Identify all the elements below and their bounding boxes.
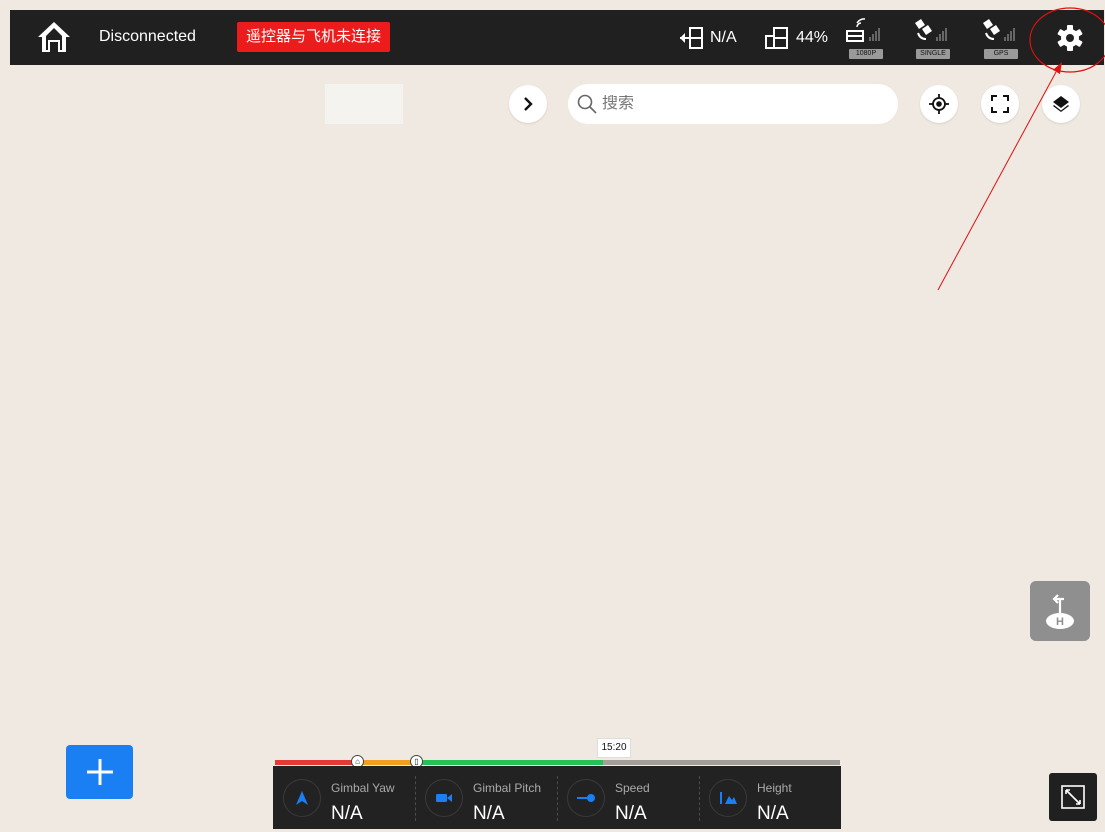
plus-icon <box>86 759 113 785</box>
telemetry-speed: Speed N/A <box>557 766 699 829</box>
rc-battery-value: N/A <box>710 29 737 46</box>
fullscreen-button[interactable] <box>981 85 1019 123</box>
return-home-icon: H <box>1046 594 1074 629</box>
expand-panel-button[interactable] <box>509 85 547 123</box>
remote-controller-battery-icon <box>680 27 703 49</box>
switch-view-button[interactable] <box>1049 773 1097 821</box>
telemetry-label: Speed <box>615 781 650 795</box>
gps-signal: GPS <box>978 17 1024 59</box>
telemetry-label: Gimbal Pitch <box>473 781 542 795</box>
timeline-segment-4 <box>603 760 840 765</box>
expand-diagonal-icon <box>1061 785 1085 809</box>
annotation-overlay <box>937 7 1105 291</box>
satellite-signal: SINGLE <box>910 17 956 59</box>
aircraft-battery-indicator: 44% <box>764 23 828 53</box>
timeline-segment-3 <box>411 760 603 765</box>
map-placeholder-tile <box>325 84 403 124</box>
home-icon <box>38 22 70 52</box>
satellite-mode-tag: SINGLE <box>916 49 950 59</box>
flight-time-label: 15:20 <box>597 738 631 758</box>
speed-icon <box>567 779 605 817</box>
video-link-signal: 1080P <box>843 17 889 59</box>
timeline-segment-1 <box>275 760 354 765</box>
rc-battery-indicator: N/A <box>678 23 737 53</box>
video-link-signal-icon <box>846 18 880 42</box>
telemetry-value: N/A <box>473 803 505 824</box>
aircraft-battery-value: 44% <box>796 29 829 46</box>
gps-signal-icon <box>983 19 1015 41</box>
gimbal-yaw-icon <box>283 779 321 817</box>
settings-button[interactable] <box>1055 23 1085 53</box>
gps-tag: GPS <box>984 49 1018 59</box>
return-home-button[interactable]: H <box>1030 581 1090 641</box>
height-icon <box>709 779 747 817</box>
home-button[interactable] <box>36 20 72 54</box>
telemetry-panel: Gimbal Yaw N/A Gimbal Pitch N/A Speed N/… <box>273 766 841 829</box>
gimbal-pitch-icon <box>425 779 463 817</box>
locate-button[interactable] <box>920 85 958 123</box>
map-layers-button[interactable] <box>1042 85 1080 123</box>
search-input[interactable] <box>602 95 882 113</box>
telemetry-gimbal-yaw: Gimbal Yaw N/A <box>273 766 415 829</box>
add-button[interactable] <box>66 745 133 799</box>
fullscreen-icon <box>991 95 1009 113</box>
top-bar: Disconnected 遥控器与飞机未连接 N/A 44% 1080P SIN… <box>10 10 1104 65</box>
chevron-right-icon <box>524 97 533 111</box>
locate-icon <box>929 94 949 114</box>
telemetry-value: N/A <box>331 803 363 824</box>
layers-icon <box>1053 96 1069 112</box>
connection-status: Disconnected <box>99 28 196 45</box>
telemetry-value: N/A <box>757 803 789 824</box>
telemetry-value: N/A <box>615 803 647 824</box>
connection-warning-badge: 遥控器与飞机未连接 <box>237 22 391 52</box>
aircraft-battery-icon <box>765 27 788 49</box>
svg-text:H: H <box>1056 616 1064 628</box>
search-icon <box>577 94 597 114</box>
search-bar <box>568 84 898 124</box>
telemetry-gimbal-pitch: Gimbal Pitch N/A <box>415 766 557 829</box>
telemetry-height: Height N/A <box>699 766 841 829</box>
gear-icon <box>1057 25 1083 51</box>
telemetry-label: Height <box>757 781 792 795</box>
satellite-signal-icon <box>915 19 947 41</box>
telemetry-label: Gimbal Yaw <box>331 781 395 795</box>
video-link-tag: 1080P <box>849 49 883 59</box>
